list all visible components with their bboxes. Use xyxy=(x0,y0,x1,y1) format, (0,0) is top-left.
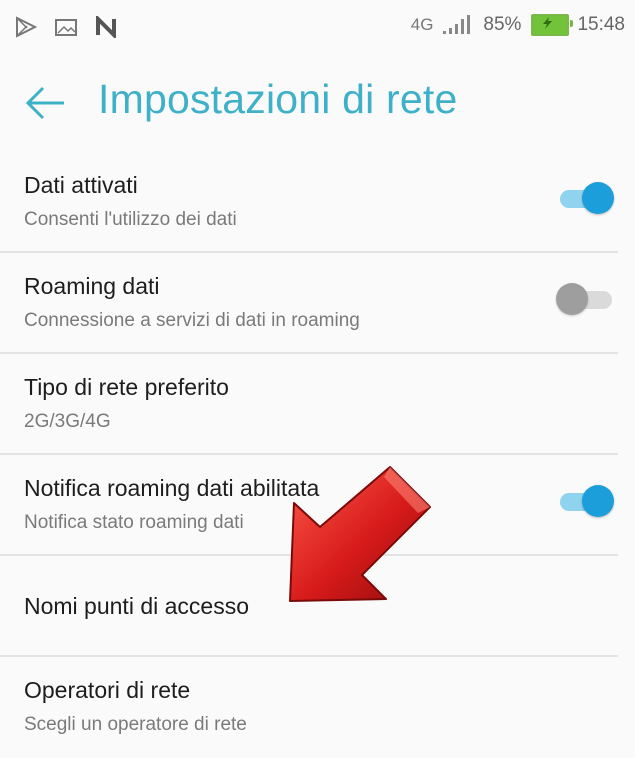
setting-subtitle: Notifica stato roaming dati xyxy=(24,512,244,533)
setting-title: Notifica roaming dati abilitata xyxy=(24,475,320,501)
setting-title: Operatori di rete xyxy=(24,677,191,703)
clock: 15:48 xyxy=(577,14,625,35)
network-type: 4G xyxy=(410,15,434,34)
status-bar: 4G 85% 15:48 xyxy=(0,0,635,58)
app-bar: Impostazioni di rete xyxy=(0,58,635,153)
setting-notifica-roaming[interactable]: Notifica roaming dati abilitata Notifica… xyxy=(0,455,618,556)
page-title: Impostazioni di rete xyxy=(98,76,458,122)
roaming-notification-toggle-switch[interactable] xyxy=(556,481,616,521)
signal-icon xyxy=(441,15,475,35)
setting-roaming-dati[interactable]: Roaming dati Connessione a servizi di da… xyxy=(0,253,618,354)
system-status: 4G 85% 15:48 xyxy=(411,14,625,36)
notification-icons xyxy=(14,14,118,40)
setting-subtitle: Consenti l'utilizzo dei dati xyxy=(24,209,237,230)
data-toggle-switch[interactable] xyxy=(556,178,616,218)
setting-subtitle: Connessione a servizi di dati in roaming xyxy=(24,310,360,331)
battery-percent: 85% xyxy=(483,14,522,35)
back-arrow-icon[interactable] xyxy=(22,80,68,126)
setting-dati-attivati[interactable]: Dati attivati Consenti l'utilizzo dei da… xyxy=(0,152,618,253)
play-store-icon xyxy=(14,16,38,38)
image-icon xyxy=(54,16,78,38)
setting-operatori-rete[interactable]: Operatori di rete Scegli un operatore di… xyxy=(0,657,618,758)
setting-tipo-rete[interactable]: Tipo di rete preferito 2G/3G/4G xyxy=(0,354,618,455)
toggle-thumb xyxy=(556,283,588,315)
setting-nomi-punti-accesso[interactable]: Nomi punti di accesso xyxy=(0,556,618,657)
setting-title: Roaming dati xyxy=(24,273,160,299)
nfc-icon xyxy=(94,14,118,40)
setting-subtitle: 2G/3G/4G xyxy=(24,411,111,432)
battery-charging-icon xyxy=(531,14,574,36)
setting-subtitle: Scegli un operatore di rete xyxy=(24,714,247,735)
toggle-thumb xyxy=(582,182,614,214)
toggle-thumb xyxy=(582,485,614,517)
setting-title: Nomi punti di accesso xyxy=(24,593,249,619)
setting-title: Dati attivati xyxy=(24,172,138,198)
setting-title: Tipo di rete preferito xyxy=(24,374,229,400)
settings-list: Dati attivati Consenti l'utilizzo dei da… xyxy=(0,152,635,758)
roaming-toggle-switch[interactable] xyxy=(556,279,616,319)
